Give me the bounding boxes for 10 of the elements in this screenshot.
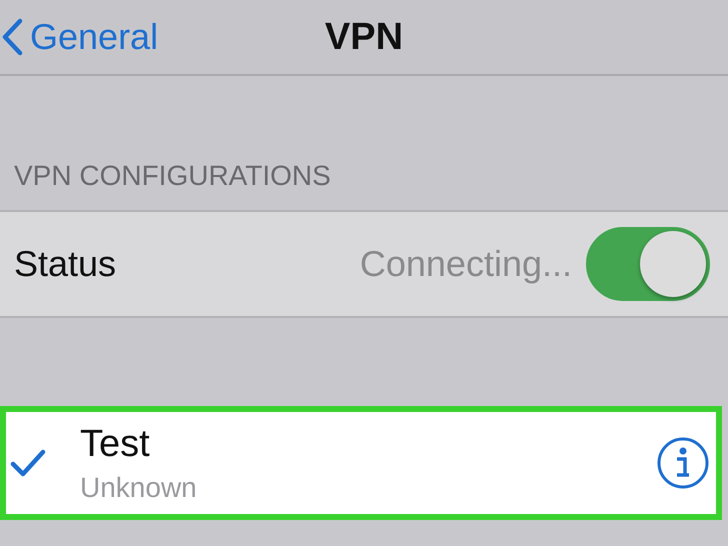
status-label: Status — [14, 243, 118, 285]
info-icon — [656, 436, 710, 490]
screen-title: VPN — [324, 16, 404, 58]
status-value: Connecting... — [360, 243, 572, 285]
configuration-status: Unknown — [80, 472, 198, 504]
chevron-left-icon — [0, 17, 24, 57]
configuration-row[interactable]: Test Unknown — [0, 406, 722, 520]
info-button[interactable] — [656, 436, 710, 490]
configuration-name: Test — [80, 422, 151, 466]
section-header: VPN CONFIGURATIONS — [13, 159, 332, 193]
